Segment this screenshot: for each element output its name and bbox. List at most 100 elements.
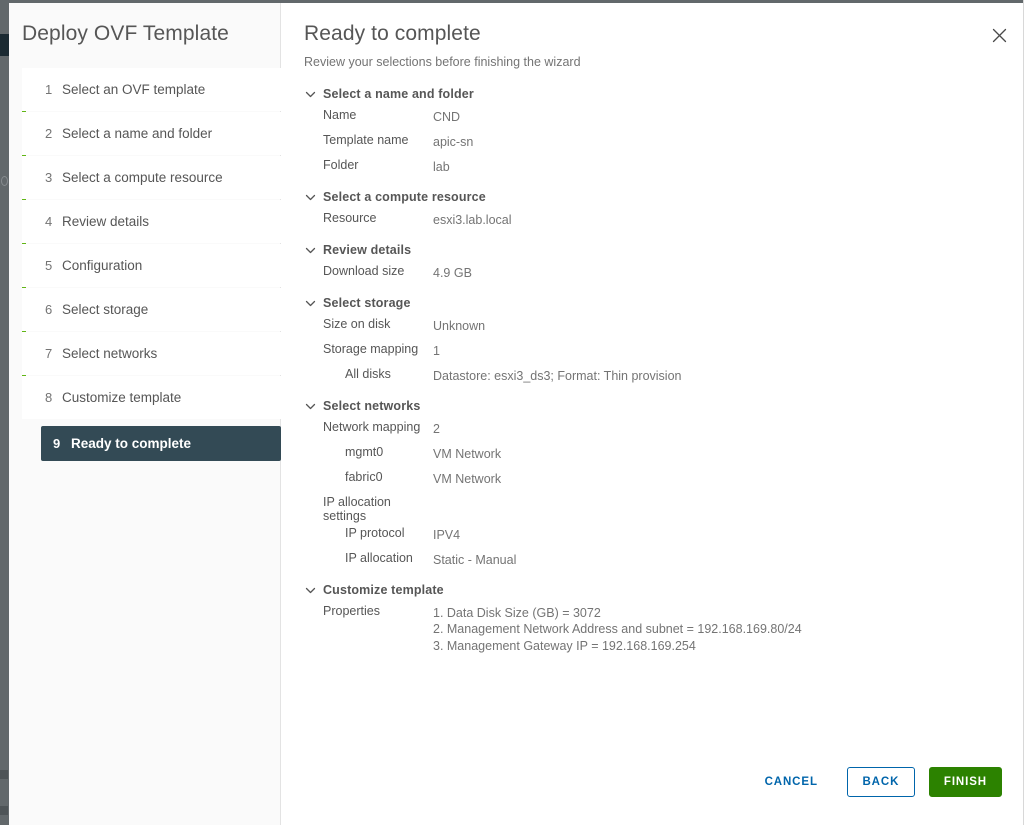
page-title: Ready to complete xyxy=(304,22,481,45)
dialog-footer: CANCEL BACK FINISH xyxy=(281,753,1024,825)
summary-section-header[interactable]: Customize template xyxy=(281,579,1024,601)
chevron-down-icon xyxy=(304,584,317,597)
wizard-step-5[interactable]: 5 Configuration xyxy=(22,244,281,287)
summary-row-value: 2 xyxy=(433,421,440,436)
wizard-step-label: Ready to complete xyxy=(71,436,192,451)
summary-row-label: Template name xyxy=(323,133,409,147)
wizard-step-number: 9 xyxy=(53,436,61,451)
summary-section: Review details Download size 4.9 GB xyxy=(281,239,1024,286)
summary-row-value: VM Network xyxy=(433,471,502,486)
summary-row-label: IP protocol xyxy=(345,526,405,540)
wizard-step-number: 5 xyxy=(45,258,53,273)
summary-row-label: mgmt0 xyxy=(345,445,384,459)
backdrop-partial-glyph-bottom xyxy=(0,806,8,815)
summary-row-label: Download size xyxy=(323,264,405,278)
summary-section-title: Select networks xyxy=(323,399,421,413)
summary-row-label: Folder xyxy=(323,158,359,172)
wizard-step-label: Customize template xyxy=(62,390,182,405)
close-icon[interactable] xyxy=(987,23,1011,47)
wizard-step-number: 6 xyxy=(45,302,53,317)
summary-row-label: All disks xyxy=(345,367,391,381)
summary-row: IP allocation Static - Manual xyxy=(281,548,1024,573)
wizard-step-3[interactable]: 3 Select a compute resource xyxy=(22,156,281,199)
summary-section-header[interactable]: Select storage xyxy=(281,292,1024,314)
summary-section: Select a name and folder Name CND Template … xyxy=(281,83,1024,180)
summary-row-label: IP allocation xyxy=(345,551,413,565)
summary-section: Select storage Size on disk Unknown Storage… xyxy=(281,292,1024,389)
summary-row-label: Resource xyxy=(323,211,377,225)
wizard-step-number: 8 xyxy=(45,390,53,405)
chevron-down-icon xyxy=(304,191,317,204)
summary-section-title: Customize template xyxy=(323,583,444,597)
summary-row: Size on disk Unknown xyxy=(281,314,1024,339)
wizard-step-number: 7 xyxy=(45,346,53,361)
wizard-step-label: Review details xyxy=(62,214,150,229)
summary-row: Resource esxi3.lab.local xyxy=(281,208,1024,233)
summary-row: IP allocation settings xyxy=(281,492,1024,523)
summary-section-title: Select a name and folder xyxy=(323,87,474,101)
summary-row-value: 4.9 GB xyxy=(433,265,472,280)
summary-section: Select a compute resource Resource esxi3.l… xyxy=(281,186,1024,233)
summary-row: Name CND xyxy=(281,105,1024,130)
footer-actions: CANCEL BACK FINISH xyxy=(750,767,1002,797)
summary-row-label: Properties xyxy=(323,604,380,618)
page-subtitle: Review your selections before finishing … xyxy=(304,55,581,69)
summary-row: All disks Datastore: esxi3_ds3; Format: T… xyxy=(281,364,1024,389)
summary-row-value: CND xyxy=(433,109,461,124)
summary-section-title: Select a compute resource xyxy=(323,190,486,204)
back-button[interactable]: BACK xyxy=(846,767,915,797)
summary-row: mgmt0 VM Network xyxy=(281,442,1024,467)
summary-row-value: IPV4 xyxy=(433,527,461,542)
summary-section-header[interactable]: Select a compute resource xyxy=(281,186,1024,208)
wizard-step-9[interactable]: 9 Ready to complete xyxy=(41,426,281,461)
content-pane: Ready to complete Review your selections… xyxy=(281,3,1024,825)
summary-row: Download size 4.9 GB xyxy=(281,261,1024,286)
wizard-step-label: Select a name and folder xyxy=(62,126,213,141)
summary-section-header[interactable]: Select a name and folder xyxy=(281,83,1024,105)
summary-row-value: Unknown xyxy=(433,318,486,333)
wizard-step-number: 1 xyxy=(45,82,53,97)
summary-row-label: Name xyxy=(323,108,357,122)
backdrop-partial-glyph-lower xyxy=(0,770,8,779)
summary-row-value: esxi3.lab.local xyxy=(433,212,512,227)
app-backdrop xyxy=(0,0,9,825)
summary-row-value: Static - Manual xyxy=(433,552,517,567)
summary-section: Select networks Network mapping 2 mgmt0 VM N… xyxy=(281,395,1024,573)
wizard-step-number: 3 xyxy=(45,170,53,185)
wizard-step-label: Configuration xyxy=(62,258,143,273)
summary-row: fabric0 VM Network xyxy=(281,467,1024,492)
deploy-ovf-template-dialog: Deploy OVF Template 1 Select an OVF templ… xyxy=(9,3,1024,825)
backdrop-partial-icon xyxy=(1,176,8,186)
summary-row-value: 1 xyxy=(433,343,440,358)
wizard-step-4[interactable]: 4 Review details xyxy=(22,200,281,243)
summary-row: IP protocol IPV4 xyxy=(281,523,1024,548)
backdrop-nav-block xyxy=(0,34,9,56)
finish-button[interactable]: FINISH xyxy=(928,767,1002,797)
summary-row-label: Network mapping xyxy=(323,420,421,434)
chevron-down-icon xyxy=(304,88,317,101)
chevron-down-icon xyxy=(304,297,317,310)
summary-row: Template name apic-sn xyxy=(281,130,1024,155)
chevron-down-icon xyxy=(304,244,317,257)
wizard-step-2[interactable]: 2 Select a name and folder xyxy=(22,112,281,155)
summary-row-label: fabric0 xyxy=(345,470,383,484)
summary-row-value: 1. Data Disk Size (GB) = 3072 2. Managem… xyxy=(433,605,802,653)
dialog-title: Deploy OVF Template xyxy=(22,22,229,45)
wizard-sidebar: Deploy OVF Template 1 Select an OVF templ… xyxy=(9,3,281,825)
summary-row: Storage mapping 1 xyxy=(281,339,1024,364)
wizard-step-number: 4 xyxy=(45,214,53,229)
summary-section-header[interactable]: Review details xyxy=(281,239,1024,261)
summary-row: Properties 1. Data Disk Size (GB) = 3072 … xyxy=(281,601,1024,654)
wizard-step-8[interactable]: 8 Customize template xyxy=(22,376,281,419)
cancel-button[interactable]: CANCEL xyxy=(750,767,833,797)
wizard-step-7[interactable]: 7 Select networks xyxy=(22,332,281,375)
wizard-step-label: Select storage xyxy=(62,302,149,317)
summary-row-value: VM Network xyxy=(433,446,502,461)
wizard-step-6[interactable]: 6 Select storage xyxy=(22,288,281,331)
wizard-step-label: Select an OVF template xyxy=(62,82,206,97)
summary-section-header[interactable]: Select networks xyxy=(281,395,1024,417)
summary-section-title: Review details xyxy=(323,243,412,257)
summary-section: Customize template Properties 1. Data Disk… xyxy=(281,579,1024,654)
summary-sections: Select a name and folder Name CND Template … xyxy=(281,83,1024,738)
wizard-step-1[interactable]: 1 Select an OVF template xyxy=(22,68,281,111)
